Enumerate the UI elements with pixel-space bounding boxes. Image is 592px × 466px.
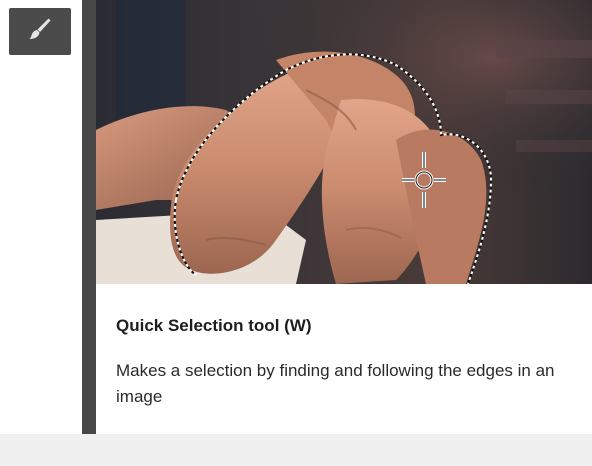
tooltip-title: Quick Selection tool (W) xyxy=(116,316,312,335)
brush-icon xyxy=(27,16,53,47)
tools-panel xyxy=(0,0,82,434)
tool-preview-image xyxy=(96,0,592,284)
tool-tooltip: Quick Selection tool (W) Makes a selecti… xyxy=(82,0,592,434)
brush-tool-button[interactable] xyxy=(9,8,71,55)
bottom-bar xyxy=(0,434,592,466)
app-root: Quick Selection tool (W) Makes a selecti… xyxy=(0,0,592,466)
quick-selection-crosshair-icon xyxy=(400,150,448,210)
tooltip-description: Makes a selection by finding and followi… xyxy=(116,361,555,406)
